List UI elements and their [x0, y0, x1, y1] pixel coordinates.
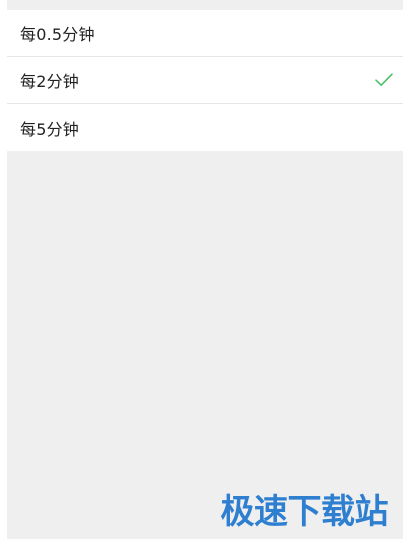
- option-every-0.5-min[interactable]: 每0.5分钟: [7, 10, 403, 57]
- option-label: 每5分钟: [20, 119, 79, 139]
- option-every-2-min[interactable]: 每2分钟: [7, 57, 403, 104]
- option-label: 每0.5分钟: [20, 25, 95, 44]
- option-label: 每2分钟: [20, 72, 79, 91]
- top-strip: [7, 0, 403, 10]
- interval-option-list: 每0.5分钟 每2分钟 每5分钟: [7, 10, 403, 151]
- checkmark-icon: [375, 73, 393, 87]
- screen: 每0.5分钟 每2分钟 每5分钟 极速下载站: [0, 0, 409, 539]
- watermark-logo: 极速下载站: [220, 492, 389, 532]
- option-every-5-min[interactable]: 每5分钟: [7, 104, 403, 151]
- settings-panel: 每0.5分钟 每2分钟 每5分钟: [7, 0, 403, 539]
